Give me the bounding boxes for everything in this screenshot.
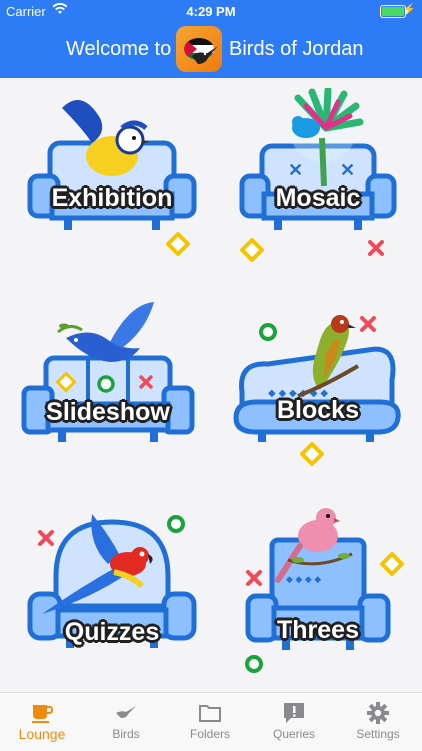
nav-header: Welcome to Birds of Jordan [0,22,422,78]
ring-decoration-icon [245,655,263,673]
app-logo [176,26,222,72]
chat-exclamation-icon [284,703,304,723]
tab-label: Folders [189,727,230,741]
hummingbird-icon [192,46,218,64]
diamond-decoration-icon [166,232,190,256]
coffee-cup-icon [32,705,54,723]
bird-icon [116,706,136,718]
tile-label: Mosaic [275,184,361,212]
tab-label: Settings [356,727,400,741]
gear-icon [367,702,389,724]
ring-decoration-icon [167,515,185,533]
tab-label: Queries [272,727,316,741]
tile-label: Blocks [277,396,359,424]
tile-slideshow[interactable]: Slideshow [18,300,198,470]
diamond-decoration-icon [380,552,404,576]
welcome-text: Welcome to [66,38,172,60]
diamond-decoration-icon [240,238,264,262]
tab-folders[interactable]: Folders [168,693,252,751]
svg-text:✕: ✕ [288,160,303,180]
tile-label: Quizzes [64,618,160,646]
cross-decoration-icon [368,240,384,256]
app-name: Birds of Jordan [229,38,364,60]
tab-birds[interactable]: Birds [84,693,168,751]
svg-text:◆ ◆ ◆ ◆: ◆ ◆ ◆ ◆ [286,574,321,584]
dove-bird-icon [57,302,154,362]
folder-icon [199,705,221,722]
diamond-decoration-icon [300,442,324,466]
tile-label: Exhibition [51,184,173,212]
ring-decoration-icon [259,323,277,341]
tab-label: Lounge [18,726,66,742]
tab-bar: Lounge Birds Folders Queries Settings [0,692,422,751]
charging-icon: ⚡ [402,4,416,16]
tab-settings[interactable]: Settings [336,693,420,751]
status-time: 4:29 PM [186,4,236,19]
tile-label: Slideshow [46,398,170,426]
sofa-illustration [21,302,195,442]
tile-mosaic[interactable]: ✕ ✕ Mosaic [228,86,408,258]
svg-text:✕: ✕ [340,160,355,180]
tab-queries[interactable]: Queries [252,693,336,751]
tab-label: Birds [112,727,140,741]
status-bar: Carrier 4:29 PM ⚡ [0,0,422,22]
tab-lounge[interactable]: Lounge [0,693,84,751]
cross-decoration-icon [38,530,54,546]
sofa-illustration: ✕ ✕ [239,86,397,230]
tile-label: Threes [277,616,359,644]
cross-decoration-icon [360,316,376,332]
cross-decoration-icon [246,570,262,586]
